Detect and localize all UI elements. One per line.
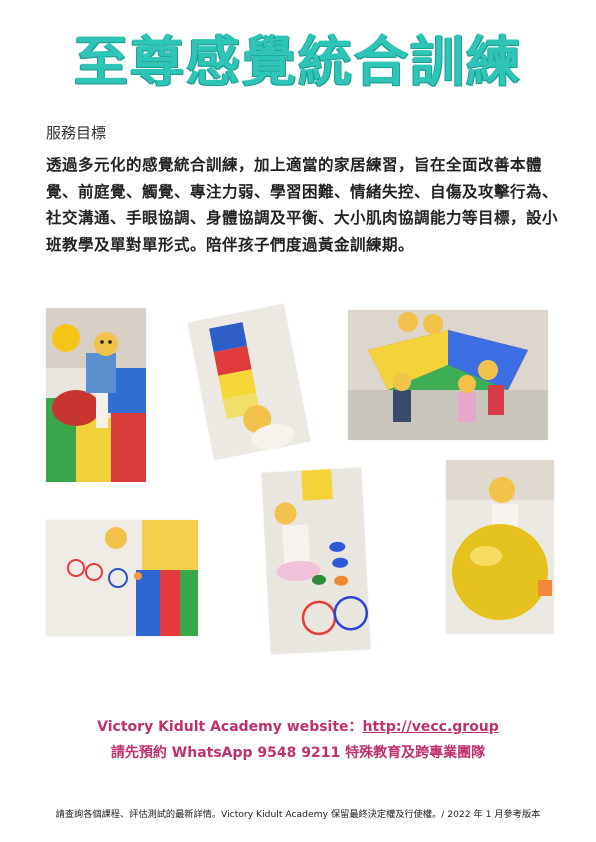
- website-link[interactable]: http://vecc.group: [363, 719, 499, 735]
- photo-yellow-exercise-ball: [446, 460, 554, 634]
- page-title: 至尊感覺統合訓練: [0, 30, 596, 94]
- fine-print: 請查詢各個課程、評估測試的最新詳情。Victory Kidult Academy…: [55, 809, 541, 820]
- photo-play-tunnel: [187, 303, 311, 461]
- website-line: Victory Kidult Academy website：http://ve…: [0, 716, 596, 736]
- photo-soft-play-mats: [46, 308, 146, 482]
- photo-hoops-and-cones: [261, 467, 371, 655]
- photo-ring-toss-floor: [46, 520, 198, 636]
- service-description: 透過多元化的感覺統合訓練，加上適當的家居練習，旨在全面改善本體覺、前庭覺、觸覺、…: [46, 156, 559, 254]
- photo-parachute-game: [348, 310, 548, 440]
- contact-line: 請先預約 WhatsApp 9548 9211 特殊教育及跨專業團隊: [110, 745, 486, 761]
- website-prefix: Victory Kidult Academy website：: [97, 719, 363, 735]
- section-heading: 服務目標: [46, 124, 107, 142]
